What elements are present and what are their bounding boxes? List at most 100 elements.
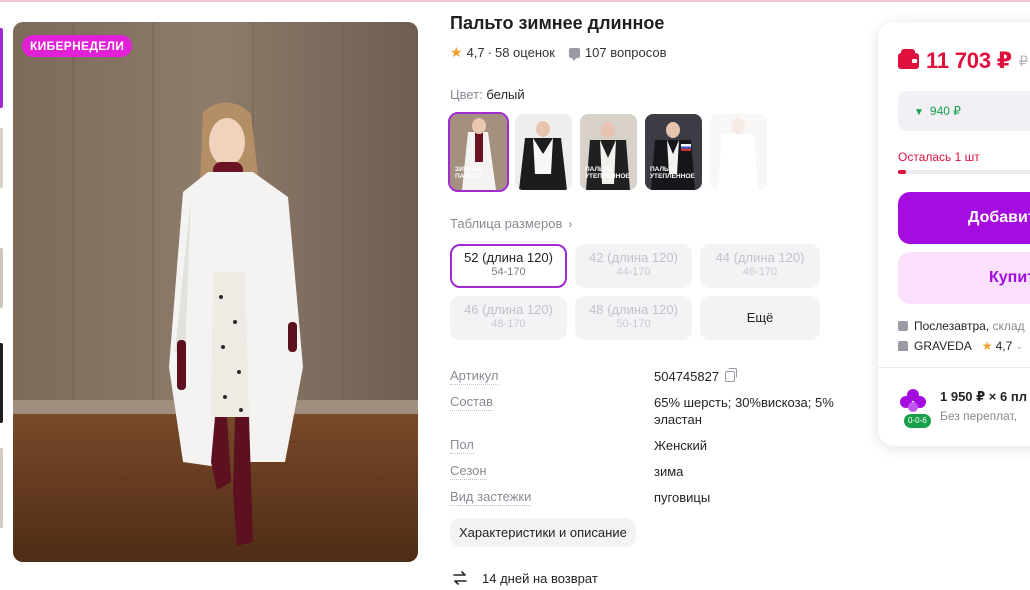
chevron-right-icon: › xyxy=(568,217,573,231)
buy-card: 11 703 ₽ ₽ ▼ 940 ₽ Осталась 1 шт Добавит … xyxy=(878,22,1030,446)
coat-model-illustration xyxy=(13,22,418,562)
size-option-52[interactable]: 52 (длина 120) 54-170 xyxy=(450,244,567,288)
main-product-photo[interactable]: КИБЕРНЕДЕЛИ xyxy=(13,22,418,562)
return-policy[interactable]: 14 дней на возврат xyxy=(452,570,598,586)
seller-row[interactable]: GRAVEDA ★ 4,7 ⌄ xyxy=(898,339,1024,353)
installment-price: 1 950 ₽ × 6 пл xyxy=(940,389,1027,404)
spec-key: Пол xyxy=(450,437,654,454)
delivery-warehouse: склад xyxy=(992,319,1025,333)
arrow-down-icon: ▼ xyxy=(914,107,924,118)
spec-value: 504745827 xyxy=(654,368,850,385)
swatch-image xyxy=(710,114,767,190)
seller-rating: 4,7 xyxy=(995,339,1013,353)
swatch-white-2[interactable] xyxy=(710,114,767,190)
spec-value: зима xyxy=(654,464,684,479)
more-sizes-button[interactable]: Ещё xyxy=(700,296,820,340)
size-option-42[interactable]: 42 (длина 120) 44-170 xyxy=(575,244,692,288)
color-label-text: Цвет: xyxy=(450,87,483,102)
product-title: Пальто зимнее длинное xyxy=(450,13,665,33)
spec-value: 65% шерсть; 30%вискоза; 5% эластан xyxy=(654,395,834,427)
size-ru-label: 50-170 xyxy=(616,318,651,330)
buy-now-button[interactable]: Купит xyxy=(898,252,1030,304)
stock-progress-fill xyxy=(898,170,906,174)
size-label: 42 (длина 120) xyxy=(589,250,678,265)
star-icon: ★ xyxy=(450,44,463,60)
top-accent-line xyxy=(0,0,1030,2)
box-icon xyxy=(898,321,908,331)
delivery-date: Послезавтра, xyxy=(914,319,990,333)
stock-left-text: Осталась 1 шт xyxy=(898,150,980,164)
swatch-black-white[interactable] xyxy=(515,114,572,190)
swatch-caption: ЗИМНЕЕ ПАЛЬТО xyxy=(455,165,483,180)
reviews-count[interactable]: 58 оценок xyxy=(495,45,555,60)
divider xyxy=(878,367,1030,368)
color-value: белый xyxy=(486,87,525,102)
swatch-caption: ПАЛЬТО УТЕПЛЁННОЕ xyxy=(585,165,630,180)
rating-value: 4,7 xyxy=(466,45,485,60)
swatch-black[interactable]: ПАЛЬТО УТЕПЛЁННОЕ xyxy=(645,114,702,190)
questions-count[interactable]: 107 вопросов xyxy=(585,45,667,60)
swatch-caption: ПАЛЬТО УТЕПЛЁННОЕ xyxy=(650,165,695,180)
spec-row-season: Сезон зима xyxy=(450,463,850,480)
spec-key-text: Сезон xyxy=(450,463,487,480)
thumbnail-active-indicator xyxy=(0,28,3,108)
price: 11 703 ₽ xyxy=(926,48,1012,73)
discount-block[interactable]: ▼ 940 ₽ xyxy=(898,91,1030,131)
shop-icon xyxy=(898,341,908,351)
spec-row-composition: Состав 65% шерсть; 30%вискоза; 5% эласта… xyxy=(450,394,850,428)
article-number: 504745827 xyxy=(654,369,720,384)
installment-badge: 0-0-6 xyxy=(904,414,931,428)
thumbnail-strip[interactable] xyxy=(0,28,3,548)
spec-key: Состав xyxy=(450,394,654,428)
size-ru-label: 46-170 xyxy=(742,266,778,278)
size-ru-label: 48-170 xyxy=(491,318,526,330)
return-policy-text: 14 дней на возврат xyxy=(482,570,598,586)
thumbnail-item[interactable] xyxy=(0,343,3,423)
discount-amount: 940 ₽ xyxy=(929,104,961,118)
size-label: 44 (длина 120) xyxy=(715,250,805,265)
size-option-48[interactable]: 48 (длина 120) 50-170 xyxy=(575,296,692,340)
rating-row[interactable]: ★ 4,7 · 58 оценок 107 вопросов xyxy=(450,44,667,61)
size-table-link[interactable]: Таблица размеров › xyxy=(450,216,572,231)
product-specs: Артикул 504745827 Состав 65% шерсть; 30%… xyxy=(450,368,850,515)
add-to-cart-button[interactable]: Добавит xyxy=(898,192,1030,244)
size-option-44[interactable]: 44 (длина 120) 46-170 xyxy=(700,244,820,288)
spec-key: Сезон xyxy=(450,463,654,480)
color-swatches: ЗИМНЕЕ ПАЛЬТО ПАЛЬТО УТЕПЛЁННОЕ ПАЛЬТО У… xyxy=(448,112,767,192)
size-label: 52 (длина 120) xyxy=(464,250,553,265)
spec-key-text: Вид застежки xyxy=(450,489,532,506)
spec-key: Вид застежки xyxy=(450,489,654,506)
promo-badge: КИБЕРНЕДЕЛИ xyxy=(22,35,133,57)
delivery-row[interactable]: Послезавтра, склад xyxy=(898,319,1025,333)
size-ru-label: 44-170 xyxy=(616,266,651,278)
swatch-black-white-2[interactable]: ПАЛЬТО УТЕПЛЁННОЕ xyxy=(580,114,637,190)
chevron-down-icon: ⌄ xyxy=(1015,340,1024,352)
spec-key: Артикул xyxy=(450,368,654,385)
size-label: 48 (длина 120) xyxy=(589,302,678,317)
spec-row-gender: Пол Женский xyxy=(450,437,850,454)
spec-value: Женский xyxy=(654,438,707,453)
installment-note: Без переплат, xyxy=(940,409,1018,423)
questions-icon xyxy=(568,47,580,61)
color-label: Цвет: белый xyxy=(450,87,525,102)
star-icon: ★ xyxy=(981,339,993,353)
thumbnail-item[interactable] xyxy=(0,448,3,528)
spec-key-text: Артикул xyxy=(450,368,499,385)
copy-icon[interactable] xyxy=(725,368,738,382)
stock-progress-bar xyxy=(898,170,1030,174)
thumbnail-item[interactable] xyxy=(0,248,3,308)
spec-key-text: Пол xyxy=(450,437,474,454)
spec-row-article: Артикул 504745827 xyxy=(450,368,850,385)
thumbnail-item[interactable] xyxy=(0,128,3,188)
price-row: 11 703 ₽ ₽ xyxy=(898,48,1028,74)
size-label: 46 (длина 120) xyxy=(464,302,553,317)
characteristics-button[interactable]: Характеристики и описание xyxy=(450,518,636,547)
size-ru-label: 54-170 xyxy=(491,266,526,278)
wallet-icon xyxy=(898,49,919,69)
swatch-image xyxy=(515,114,572,190)
size-option-46[interactable]: 46 (длина 120) 48-170 xyxy=(450,296,567,340)
rating-separator: · xyxy=(487,45,492,60)
spec-key-text: Состав xyxy=(450,394,494,411)
old-price: ₽ xyxy=(1018,52,1028,69)
swatch-white[interactable]: ЗИМНЕЕ ПАЛЬТО xyxy=(448,112,509,192)
